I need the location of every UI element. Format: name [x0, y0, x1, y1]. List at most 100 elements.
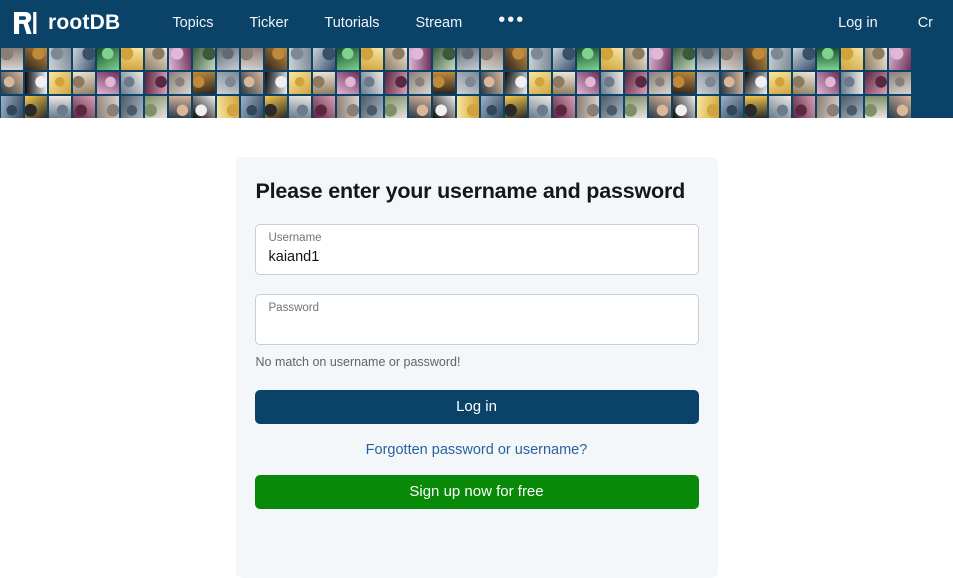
avatar-thumbnail [289, 72, 311, 94]
avatar-thumbnail [673, 48, 695, 70]
avatar-thumbnail [697, 72, 719, 94]
avatar-thumbnail [889, 96, 911, 118]
login-card: Please enter your username and password … [235, 157, 718, 578]
avatar-thumbnail [601, 72, 623, 94]
nav-item-create-account[interactable]: Cr [898, 10, 953, 37]
avatar-thumbnail [385, 96, 407, 118]
avatar-thumbnail [625, 48, 647, 70]
avatar-thumbnail [673, 72, 695, 94]
page-title: Please enter your username and password [255, 179, 686, 203]
nav-item-stream[interactable]: Stream [397, 10, 480, 37]
avatar-thumbnail [145, 96, 167, 118]
avatar-thumbnail [193, 72, 215, 94]
avatar-thumbnail [409, 96, 431, 118]
avatar-thumbnail [625, 72, 647, 94]
avatar-thumbnail [433, 48, 455, 70]
avatar-thumbnail [553, 72, 575, 94]
avatar-thumbnail [529, 72, 551, 94]
avatar-thumbnail [793, 72, 815, 94]
avatar-thumbnail [769, 96, 791, 118]
nav-item-topics[interactable]: Topics [154, 10, 231, 37]
form-error-message: No match on username or password! [255, 355, 461, 369]
avatar-thumbnail [601, 48, 623, 70]
avatar-thumbnail [313, 48, 335, 70]
avatar-thumbnail [337, 48, 359, 70]
avatar-thumbnail [865, 48, 887, 70]
avatar-thumbnail [409, 48, 431, 70]
password-label: Password [268, 302, 320, 314]
rootdb-r-logo-icon [12, 10, 38, 36]
avatar-thumbnail [1, 96, 23, 118]
username-field[interactable]: Username [254, 224, 699, 275]
avatar-thumbnail [73, 96, 95, 118]
avatar-thumbnail [73, 72, 95, 94]
avatar-thumbnail [505, 96, 527, 118]
avatar-thumbnail [217, 48, 239, 70]
avatar-mosaic-banner [0, 46, 953, 118]
avatar-thumbnail [265, 72, 287, 94]
avatar-thumbnail [337, 72, 359, 94]
avatar-thumbnail [841, 96, 863, 118]
avatar-thumbnail [169, 48, 191, 70]
brand-name: rootDB [48, 11, 121, 34]
avatar-thumbnail [97, 72, 119, 94]
avatar-thumbnail [745, 96, 767, 118]
avatar-thumbnail [145, 48, 167, 70]
username-label: Username [268, 232, 322, 244]
avatar-thumbnail [457, 96, 479, 118]
nav-item-tutorials[interactable]: Tutorials [306, 10, 397, 37]
avatar-thumbnail [841, 72, 863, 94]
avatar-thumbnail [865, 96, 887, 118]
avatar-thumbnail [97, 96, 119, 118]
avatar-thumbnail [481, 48, 503, 70]
avatar-thumbnail [889, 48, 911, 70]
avatar-thumbnail [481, 72, 503, 94]
avatar-thumbnail [169, 72, 191, 94]
nav-item-ticker[interactable]: Ticker [231, 10, 306, 37]
avatar-thumbnail [121, 72, 143, 94]
avatar-thumbnail [529, 96, 551, 118]
avatar-thumbnail [49, 72, 71, 94]
avatar-thumbnail [649, 72, 671, 94]
avatar-thumbnail [25, 72, 47, 94]
avatar-thumbnail [769, 48, 791, 70]
avatar-thumbnail [433, 72, 455, 94]
avatar-thumbnail [145, 72, 167, 94]
page-body: Please enter your username and password … [0, 118, 953, 578]
more-menu-icon[interactable]: ••• [480, 10, 543, 30]
avatar-thumbnail [265, 96, 287, 118]
avatar-thumbnail [577, 48, 599, 70]
avatar-thumbnail [457, 72, 479, 94]
avatar-thumbnail [457, 48, 479, 70]
password-field[interactable]: Password [254, 294, 699, 345]
avatar-thumbnail [193, 48, 215, 70]
avatar-thumbnail [337, 96, 359, 118]
sign-up-button[interactable]: Sign up now for free [254, 475, 699, 509]
avatar-thumbnail [361, 72, 383, 94]
avatar-thumbnail [817, 96, 839, 118]
avatar-thumbnail [313, 96, 335, 118]
avatar-thumbnail [577, 72, 599, 94]
avatar-thumbnail [889, 72, 911, 94]
avatar-thumbnail [793, 48, 815, 70]
log-in-button[interactable]: Log in [254, 390, 699, 424]
password-input[interactable] [268, 316, 685, 337]
avatar-thumbnail [241, 72, 263, 94]
avatar-thumbnail [217, 96, 239, 118]
avatar-mosaic-grid [0, 46, 911, 118]
username-input[interactable] [268, 246, 685, 267]
avatar-thumbnail [361, 96, 383, 118]
forgotten-password-link[interactable]: Forgotten password or username? [366, 442, 588, 458]
avatar-thumbnail [865, 72, 887, 94]
nav-item-log-in[interactable]: Log in [818, 10, 898, 37]
avatar-thumbnail [745, 48, 767, 70]
avatar-thumbnail [721, 48, 743, 70]
avatar-thumbnail [1, 48, 23, 70]
avatar-thumbnail [385, 72, 407, 94]
avatar-thumbnail [193, 96, 215, 118]
avatar-thumbnail [25, 48, 47, 70]
avatar-thumbnail [649, 48, 671, 70]
avatar-thumbnail [1, 72, 23, 94]
avatar-thumbnail [433, 96, 455, 118]
brand-home-link[interactable]: rootDB [12, 10, 120, 36]
